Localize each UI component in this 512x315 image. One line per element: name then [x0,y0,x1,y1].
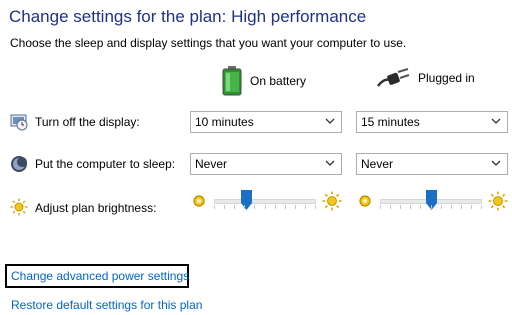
battery-icon [222,66,242,96]
slider-track [214,199,316,204]
display-plugged-value: 15 minutes [361,115,420,129]
page-title: Change settings for the plan: High perfo… [9,7,367,26]
sleep-battery-value: Never [195,157,228,171]
sleep-plugged-select[interactable]: Never [356,153,508,175]
brightness-high-icon [488,191,508,211]
slider-tick [441,205,442,209]
brightness-plugged-slider[interactable] [380,188,482,214]
slider-thumb[interactable] [241,190,252,210]
chevron-down-icon [325,118,335,124]
brightness-sun-icon [10,198,28,216]
battery-column-label: On battery [250,74,307,88]
display-battery-select[interactable]: 10 minutes [190,111,342,133]
column-header-plugged: Plugged in [376,66,475,90]
slider-tick [390,205,391,209]
slider-tick [234,205,235,209]
brightness-high-icon [322,191,342,211]
display-plugged-select[interactable]: 15 minutes [356,111,508,133]
slider-tick [315,205,316,209]
slider-tick [471,205,472,209]
sleep-row-label: Put the computer to sleep: [35,157,176,171]
slider-tick [254,205,255,209]
slider-tick [481,205,482,209]
slider-tick [224,205,225,209]
column-header-battery: On battery [222,66,306,96]
restore-default-settings-link[interactable]: Restore default settings for this plan [11,298,202,312]
slider-tick [305,205,306,209]
brightness-low-icon [193,195,205,207]
slider-tick [461,205,462,209]
slider-tick [295,205,296,209]
slider-tick [420,205,421,209]
slider-tick [400,205,401,209]
chevron-down-icon [491,160,501,166]
display-battery-value: 10 minutes [195,115,254,129]
chevron-down-icon [491,118,501,124]
slider-tick [275,205,276,209]
page-subtitle: Choose the sleep and display settings th… [10,36,407,50]
chevron-down-icon [325,160,335,166]
sleep-battery-select[interactable]: Never [190,153,342,175]
slider-tick [214,205,215,209]
change-advanced-power-settings-link[interactable]: Change advanced power settings [11,269,189,283]
display-row-label: Turn off the display: [35,115,140,129]
brightness-battery-slider[interactable] [214,188,316,214]
sleep-plugged-value: Never [361,157,394,171]
slider-tick [380,205,381,209]
slider-tick [244,205,245,209]
brightness-low-icon [359,195,371,207]
display-icon [10,114,28,131]
brightness-row-label: Adjust plan brightness: [35,201,157,215]
slider-tick [265,205,266,209]
plugged-column-label: Plugged in [418,71,475,85]
slider-tick [410,205,411,209]
power-plug-icon [377,68,410,87]
sleep-moon-icon [11,156,27,172]
slider-tick [285,205,286,209]
slider-tick [431,205,432,209]
slider-tick [451,205,452,209]
